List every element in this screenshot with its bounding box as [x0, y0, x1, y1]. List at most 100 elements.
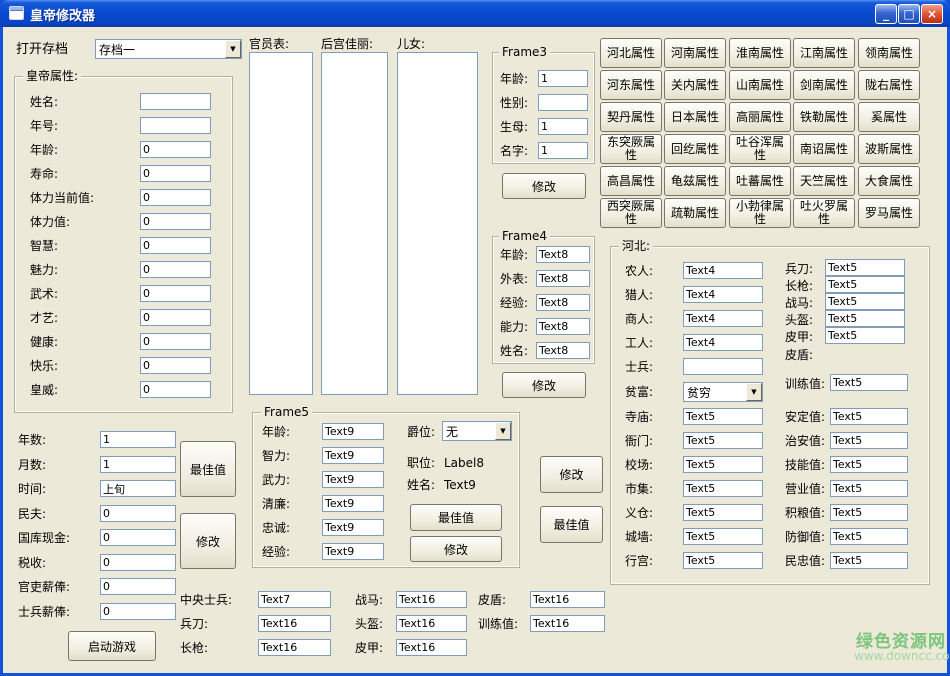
- frame5-field-input[interactable]: [322, 423, 384, 440]
- state-field-input[interactable]: [100, 431, 176, 448]
- region-field-input[interactable]: [683, 528, 763, 545]
- region-button[interactable]: 奚属性: [858, 102, 920, 132]
- region-button[interactable]: 吐谷浑属性: [729, 134, 791, 164]
- region-field-input[interactable]: [830, 552, 908, 569]
- emperor-field-input[interactable]: [140, 357, 211, 374]
- wealth-dropdown[interactable]: 贫穷 ▼: [683, 382, 763, 402]
- frame4-field-input[interactable]: [536, 318, 590, 335]
- region-button[interactable]: 剑南属性: [793, 70, 855, 100]
- region-button[interactable]: 江南属性: [793, 38, 855, 68]
- region-field-input[interactable]: [825, 259, 905, 276]
- frame5-best-button[interactable]: 最佳值: [410, 504, 502, 531]
- army-field-input[interactable]: [530, 591, 605, 608]
- emperor-field-input[interactable]: [140, 165, 211, 182]
- region-field-input[interactable]: [683, 552, 763, 569]
- army-field-input[interactable]: [396, 615, 467, 632]
- rank-dropdown[interactable]: 无 ▼: [442, 421, 512, 441]
- region-field-input[interactable]: [683, 408, 763, 425]
- emperor-field-input[interactable]: [140, 117, 211, 134]
- region-button[interactable]: 小勃律属性: [729, 198, 791, 228]
- save-slot-dropdown[interactable]: 存档一 ▼: [95, 39, 242, 59]
- state-modify-button[interactable]: 修改: [180, 513, 236, 569]
- region-field-input[interactable]: [683, 286, 763, 303]
- region-field-input[interactable]: [825, 310, 905, 327]
- state-best-button[interactable]: 最佳值: [180, 441, 236, 497]
- region-button[interactable]: 领南属性: [858, 38, 920, 68]
- state-field-input[interactable]: [100, 456, 176, 473]
- region-button[interactable]: 契丹属性: [600, 102, 662, 132]
- region-field-input[interactable]: [830, 374, 908, 391]
- state-field-input[interactable]: [100, 480, 176, 497]
- region-field-input[interactable]: [825, 276, 905, 293]
- army-field-input[interactable]: [258, 591, 331, 608]
- region-field-input[interactable]: [683, 480, 763, 497]
- officer-modify-button[interactable]: 修改: [540, 456, 603, 493]
- frame4-field-input[interactable]: [536, 246, 590, 263]
- frame5-modify-button[interactable]: 修改: [410, 536, 502, 562]
- region-button[interactable]: 天竺属性: [793, 166, 855, 196]
- state-field-input[interactable]: [100, 578, 176, 595]
- harem-listbox[interactable]: [321, 52, 388, 395]
- minimize-button[interactable]: _: [875, 4, 897, 24]
- region-field-input[interactable]: [830, 528, 908, 545]
- frame4-field-input[interactable]: [536, 270, 590, 287]
- region-button[interactable]: 南诏属性: [793, 134, 855, 164]
- region-button[interactable]: 关内属性: [664, 70, 726, 100]
- region-button[interactable]: 大食属性: [858, 166, 920, 196]
- region-field-input[interactable]: [683, 310, 763, 327]
- close-button[interactable]: ×: [921, 4, 943, 24]
- army-field-input[interactable]: [396, 591, 467, 608]
- region-button[interactable]: 山南属性: [729, 70, 791, 100]
- region-button[interactable]: 波斯属性: [858, 134, 920, 164]
- state-field-input[interactable]: [100, 529, 176, 546]
- region-field-input[interactable]: [830, 432, 908, 449]
- region-button[interactable]: 吐蕃属性: [729, 166, 791, 196]
- emperor-field-input[interactable]: [140, 261, 211, 278]
- region-button[interactable]: 吐火罗属性: [793, 198, 855, 228]
- region-button[interactable]: 淮南属性: [729, 38, 791, 68]
- region-button[interactable]: 东突厥属性: [600, 134, 662, 164]
- frame4-modify-button[interactable]: 修改: [502, 372, 586, 398]
- region-field-input[interactable]: [683, 262, 763, 279]
- frame5-field-input[interactable]: [322, 495, 384, 512]
- region-field-input[interactable]: [830, 408, 908, 425]
- children-listbox[interactable]: [397, 52, 478, 395]
- emperor-field-input[interactable]: [140, 189, 211, 206]
- army-field-input[interactable]: [258, 639, 331, 656]
- region-button[interactable]: 西突厥属性: [600, 198, 662, 228]
- region-field-input[interactable]: [830, 456, 908, 473]
- region-field-input[interactable]: [683, 504, 763, 521]
- region-field-input[interactable]: [825, 327, 905, 344]
- region-button[interactable]: 高丽属性: [729, 102, 791, 132]
- state-field-input[interactable]: [100, 505, 176, 522]
- frame3-field-input[interactable]: [538, 142, 588, 159]
- frame5-field-input[interactable]: [322, 471, 384, 488]
- state-field-input[interactable]: [100, 603, 176, 620]
- emperor-field-input[interactable]: [140, 141, 211, 158]
- region-button[interactable]: 陇右属性: [858, 70, 920, 100]
- emperor-field-input[interactable]: [140, 381, 211, 398]
- start-game-button[interactable]: 启动游戏: [68, 631, 156, 661]
- frame3-field-input[interactable]: [538, 70, 588, 87]
- army-field-input[interactable]: [396, 639, 467, 656]
- region-button[interactable]: 河东属性: [600, 70, 662, 100]
- army-field-input[interactable]: [258, 615, 331, 632]
- region-button[interactable]: 回纥属性: [664, 134, 726, 164]
- frame5-field-input[interactable]: [322, 447, 384, 464]
- army-field-input[interactable]: [530, 615, 605, 632]
- region-field-input[interactable]: [830, 504, 908, 521]
- emperor-field-input[interactable]: [140, 93, 211, 110]
- emperor-field-input[interactable]: [140, 309, 211, 326]
- region-button[interactable]: 河南属性: [664, 38, 726, 68]
- frame4-field-input[interactable]: [536, 294, 590, 311]
- region-field-input[interactable]: [683, 334, 763, 351]
- chevron-down-icon[interactable]: ▼: [495, 422, 511, 440]
- frame3-modify-button[interactable]: 修改: [502, 173, 586, 199]
- region-button[interactable]: 高昌属性: [600, 166, 662, 196]
- maximize-button[interactable]: □: [898, 4, 920, 24]
- region-field-input[interactable]: [683, 456, 763, 473]
- officer-best-button[interactable]: 最佳值: [540, 506, 603, 543]
- region-button[interactable]: 疏勒属性: [664, 198, 726, 228]
- chevron-down-icon[interactable]: ▼: [225, 40, 241, 58]
- region-field-input[interactable]: [683, 358, 763, 375]
